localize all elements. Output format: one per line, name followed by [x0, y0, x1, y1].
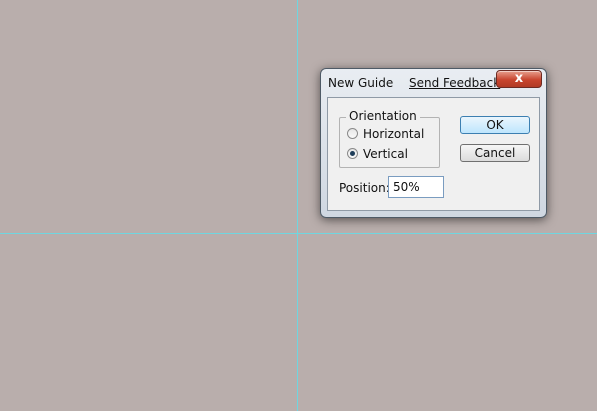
- ok-button[interactable]: OK: [460, 116, 530, 134]
- horizontal-radio[interactable]: [347, 128, 358, 139]
- dialog-titlebar[interactable]: New Guide Send Feedback x: [321, 69, 546, 97]
- new-guide-dialog: New Guide Send Feedback x Orientation Ho…: [320, 68, 547, 218]
- horizontal-label: Horizontal: [363, 127, 425, 141]
- vertical-guide[interactable]: [297, 0, 298, 411]
- dialog-title: New Guide: [328, 76, 394, 90]
- position-input[interactable]: [388, 176, 444, 198]
- vertical-label: Vertical: [363, 147, 408, 161]
- close-button[interactable]: x: [496, 70, 542, 88]
- orientation-group: Orientation Horizontal Vertical: [339, 109, 440, 168]
- send-feedback-link[interactable]: Send Feedback: [409, 76, 500, 90]
- horizontal-guide[interactable]: [0, 233, 597, 234]
- cancel-button[interactable]: Cancel: [460, 144, 530, 162]
- vertical-radio[interactable]: [347, 148, 358, 159]
- close-icon: x: [514, 71, 524, 86]
- orientation-label: Orientation: [346, 109, 420, 123]
- position-label: Position:: [339, 181, 390, 195]
- dialog-body: Orientation Horizontal Vertical OK Cance…: [327, 97, 540, 211]
